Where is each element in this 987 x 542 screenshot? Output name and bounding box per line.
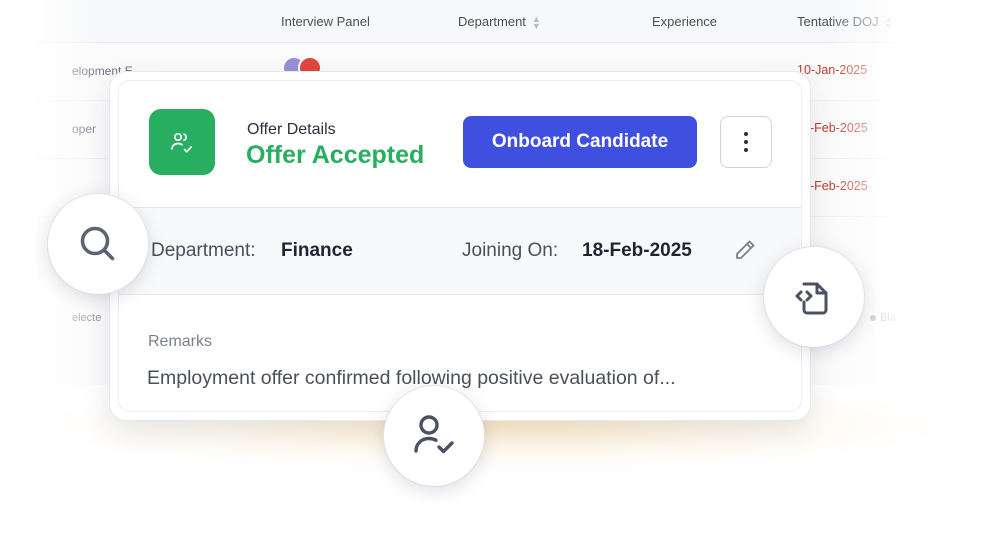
doj-cell: -Feb-2025 <box>810 121 868 135</box>
legend-dot <box>870 315 876 322</box>
doj-cell: 10-Jan-2025 <box>797 63 868 77</box>
offer-status: Offer Accepted <box>246 141 425 169</box>
column-header-department[interactable]: Department ▲ ▼ <box>458 14 541 30</box>
legend-item: Blac <box>870 312 896 324</box>
column-header-experience[interactable]: Experience <box>652 14 717 29</box>
selected-count: electe <box>72 312 102 324</box>
column-header-tentative-doj[interactable]: Tentative DOJ ▲ ▼ <box>797 14 894 30</box>
offer-card-header: Offer Details Offer Accepted Onboard Can… <box>119 81 801 208</box>
offer-details-card: Offer Details Offer Accepted Onboard Can… <box>110 72 810 420</box>
code-file-icon <box>795 282 828 315</box>
doj-cell: -Feb-2025 <box>810 179 868 193</box>
search-button[interactable] <box>48 194 148 294</box>
pencil-icon[interactable] <box>730 235 760 265</box>
column-header-interview-panel[interactable]: Interview Panel <box>281 14 370 29</box>
search-icon <box>80 226 115 261</box>
code-file-button[interactable] <box>764 247 864 347</box>
onboard-candidate-button[interactable]: Onboard Candidate <box>463 116 697 168</box>
sort-icon[interactable]: ▲ ▼ <box>532 14 541 30</box>
remarks-label: Remarks <box>148 333 213 350</box>
offer-info-row: Department: Finance Joining On: 18-Feb-2… <box>119 208 801 295</box>
legend-label: Blac <box>880 312 896 324</box>
more-vertical-icon-dot <box>744 148 748 152</box>
column-header-doj-label: Tentative DOJ <box>797 14 879 29</box>
table-header: Interview Panel Department ▲ ▼ Experience … <box>36 0 896 43</box>
sort-icon[interactable]: ▲ ▼ <box>885 14 894 30</box>
user-check-button[interactable] <box>384 386 484 486</box>
column-header-department-label: Department <box>458 14 526 29</box>
joining-date-value: 18-Feb-2025 <box>582 240 692 261</box>
remarks-text: Employment offer confirmed following pos… <box>147 367 676 389</box>
user-check-icon <box>414 415 454 454</box>
offer-card-inner: Offer Details Offer Accepted Onboard Can… <box>118 80 802 412</box>
joining-label: Joining On: <box>462 240 559 261</box>
more-options-button[interactable] <box>720 116 772 168</box>
department-label: Department: <box>151 240 256 261</box>
more-vertical-icon <box>744 132 748 136</box>
department-value: Finance <box>281 240 353 261</box>
offer-details-label: Offer Details <box>247 121 336 138</box>
role-cell: oper <box>72 122 97 136</box>
more-vertical-icon-dot <box>744 140 748 144</box>
users-check-icon <box>171 132 193 153</box>
offer-status-tile <box>149 109 215 175</box>
